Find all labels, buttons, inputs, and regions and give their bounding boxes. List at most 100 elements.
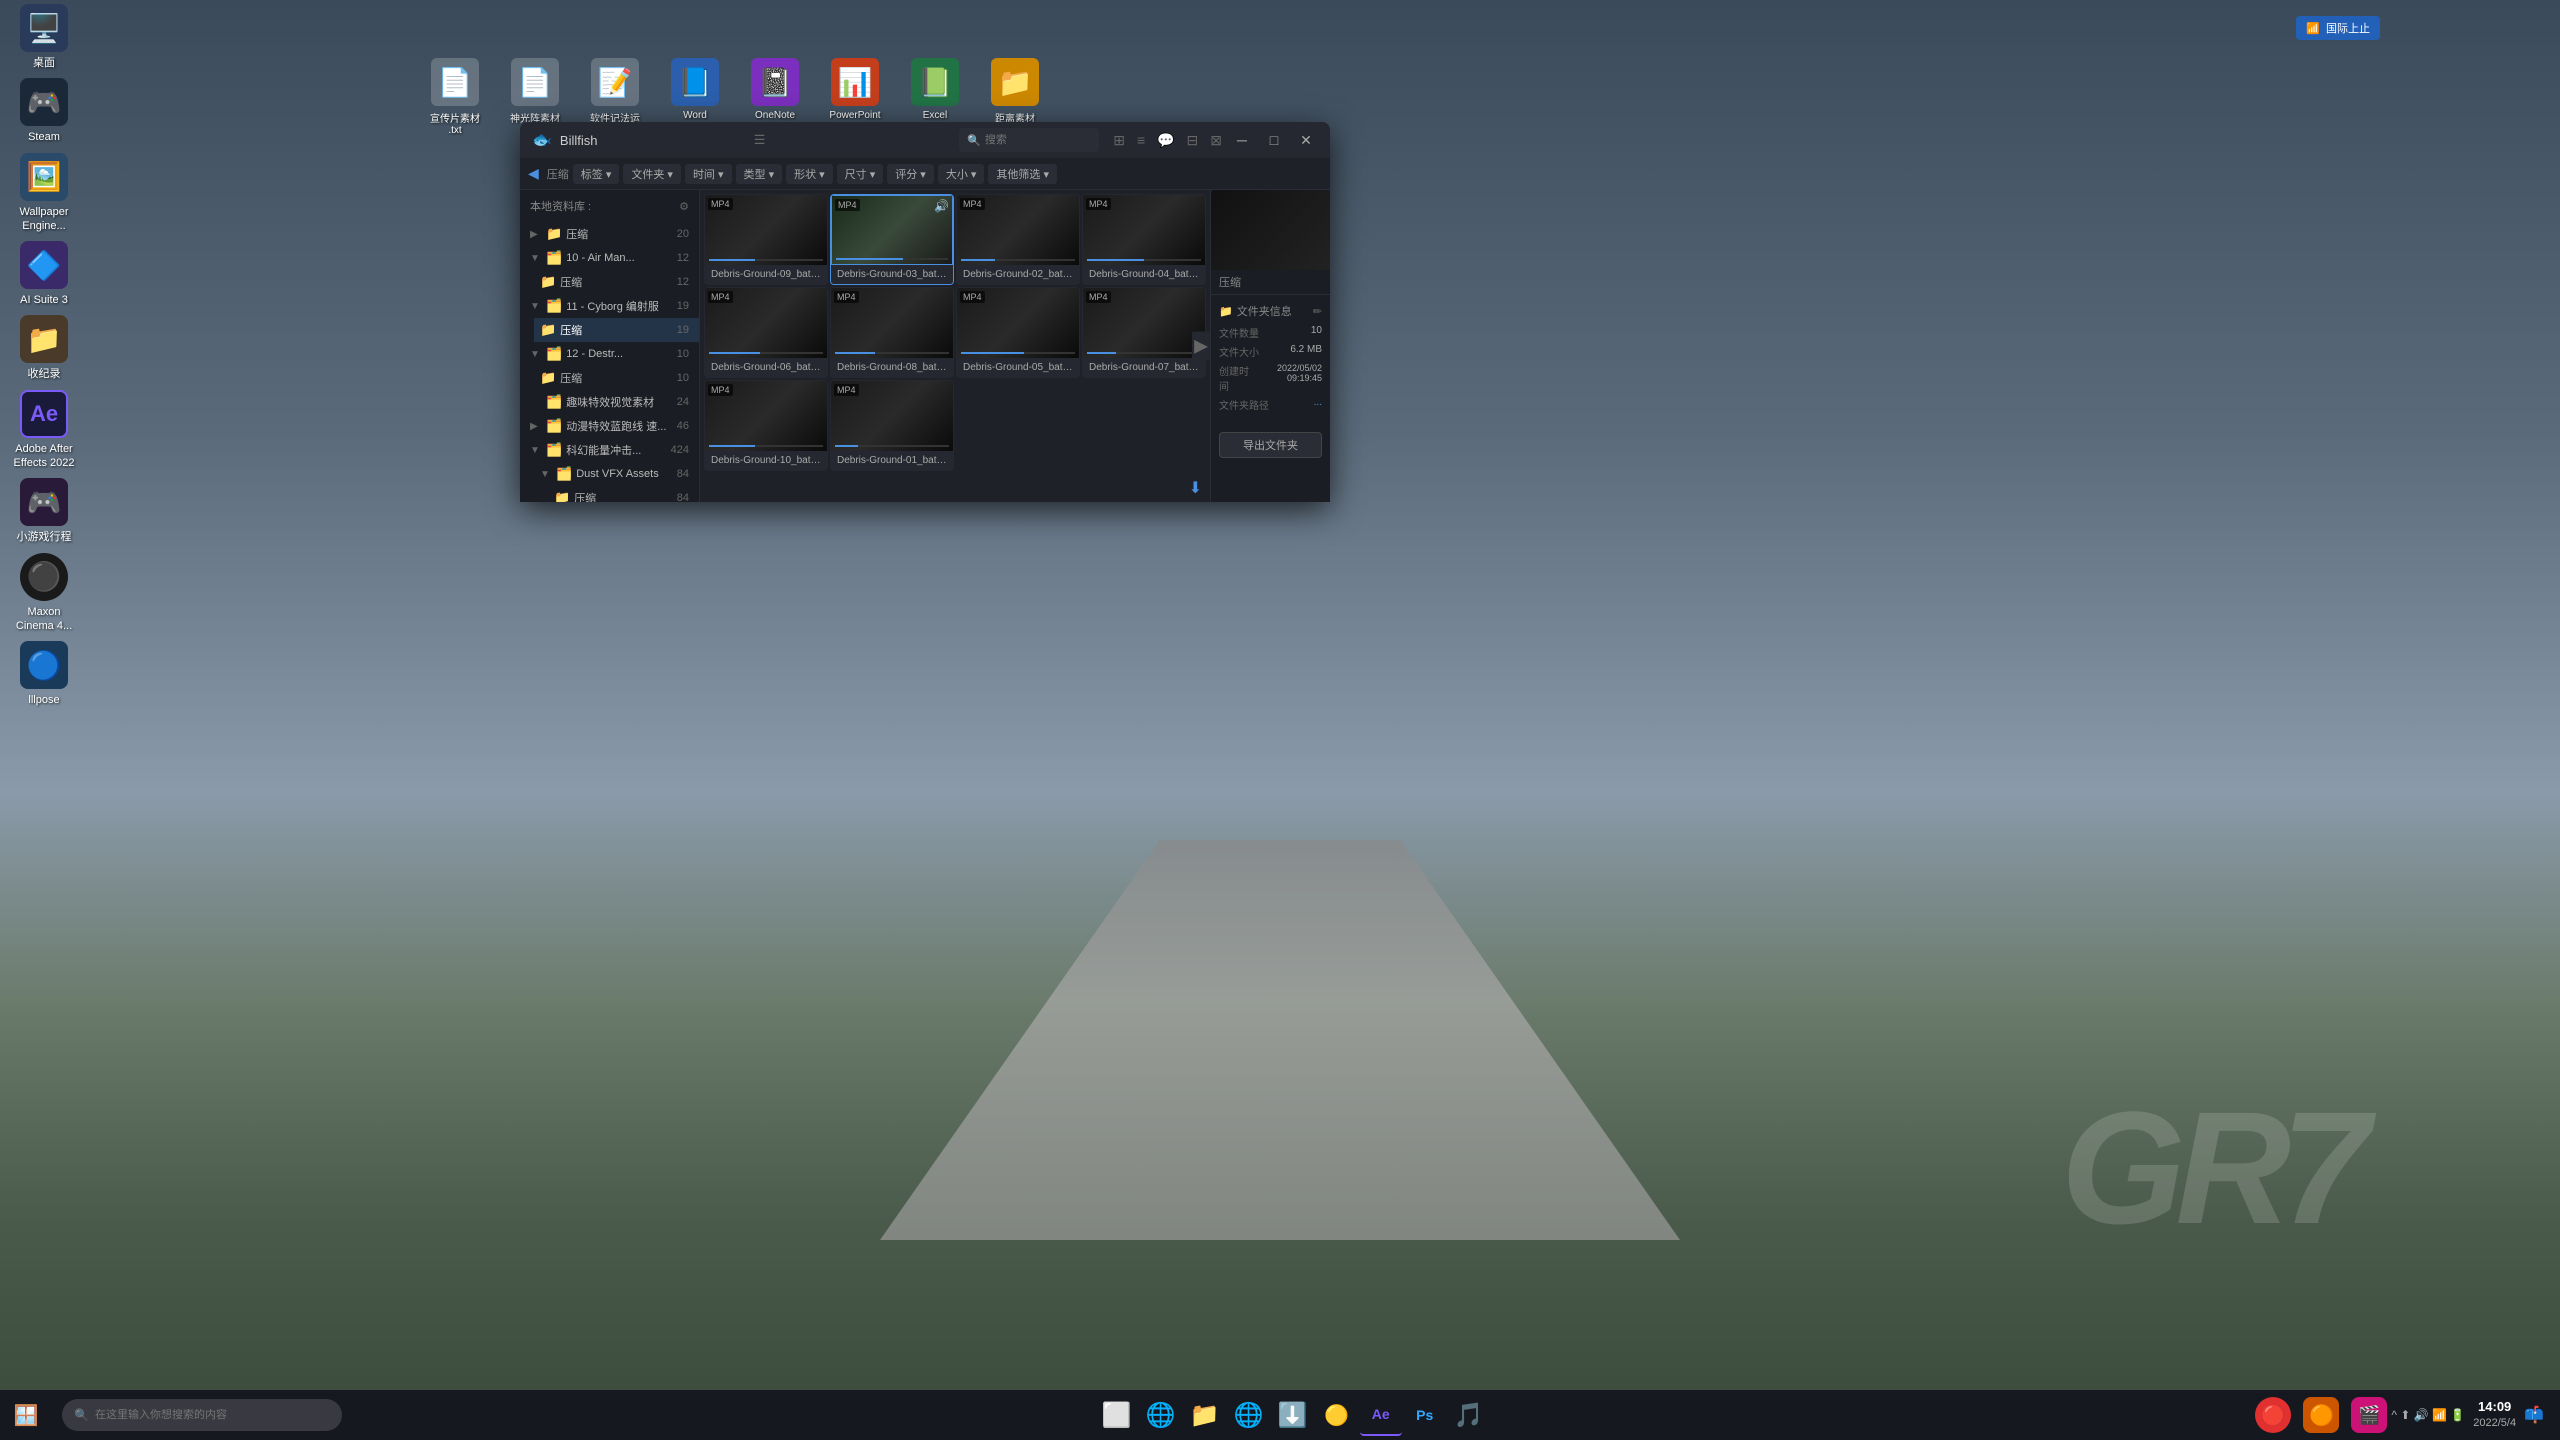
sidebar-item-cyborg[interactable]: ▼ 🗂️ 11 - Cyborg 编射服 19 (520, 294, 699, 318)
export-button[interactable]: 导出文件夹 (1219, 432, 1322, 458)
file-path-key: 文件夹路径 (1219, 397, 1269, 412)
dock-app-red[interactable]: 🔴 (2255, 1397, 2291, 1433)
scroll-right-btn[interactable]: ▶ (1192, 332, 1210, 361)
list-icon[interactable]: ≡ (1137, 132, 1145, 148)
media-item-m6[interactable]: MP4 Debris-Ground-08_batch (830, 287, 954, 378)
folder-icon-compress-destr: 📁 (540, 370, 556, 386)
desktop-icon-aisuite[interactable]: 🔷 AI Suite 3 (4, 237, 84, 311)
dock-app-orange[interactable]: 🟠 (2303, 1397, 2339, 1433)
folder-icon-cyborg: 🗂️ (546, 298, 562, 314)
sidebar-item-count-dustvfx: 84 (677, 468, 689, 480)
filter-shape[interactable]: 形状 ▾ (786, 164, 833, 184)
taskbar-app-explorer[interactable]: 📁 (1184, 1394, 1226, 1436)
desktop-icon-ae[interactable]: Ae Adobe AfterEffects 2022 (4, 386, 84, 475)
media-thumb-m5: MP4 (705, 288, 827, 358)
filter-tags[interactable]: 标签 ▾ (573, 164, 620, 184)
search-icon: 🔍 (967, 134, 981, 147)
sidebar-item-funvfx[interactable]: 🗂️ 趣味特效视觉素材 24 (520, 390, 699, 414)
filter-folder[interactable]: 文件夹 ▾ (623, 164, 681, 184)
taskbar-search-input[interactable] (95, 1409, 330, 1421)
search-input[interactable] (985, 134, 1091, 146)
desktop-icon-wallpaper[interactable]: 🖼️ WallpaperEngine... (4, 149, 84, 238)
window-controls: ─ □ ✕ (1230, 128, 1318, 152)
taskbar-app-ae[interactable]: Ae (1360, 1394, 1402, 1436)
back-icon[interactable]: ◀ (528, 165, 539, 182)
taskbar-app-taskview[interactable]: ⬜ (1096, 1394, 1138, 1436)
desktop-icon-wegame[interactable]: 🎮 小游戏行程 (4, 474, 84, 548)
filter-size[interactable]: 尺寸 ▾ (837, 164, 884, 184)
sidebar-item-dustvfx[interactable]: ▼ 🗂️ Dust VFX Assets 84 (534, 462, 699, 486)
desktop-icon-steam[interactable]: 🎮 Steam (4, 74, 84, 148)
taskbar-app-ps[interactable]: Ps (1404, 1394, 1446, 1436)
sidebar-item-compress-destr[interactable]: 📁 压缩 10 (534, 366, 699, 390)
tray-icons: ^ ⬆ 🔊 📶 🔋 (2391, 1408, 2465, 1422)
media-item-m8[interactable]: MP4 Debris-Ground-07_batch (1082, 287, 1206, 378)
media-item-m9[interactable]: MP4 Debris-Ground-10_batch (704, 380, 828, 471)
filter-rating[interactable]: 评分 ▾ (887, 164, 934, 184)
media-item-m4[interactable]: MP4 Debris-Ground-04_batch (1082, 194, 1206, 285)
window-body: 本地资料库 : ⚙ ▶ 📁 压缩 20 ▼ 🗂️ 10 - Air Man...… (520, 190, 1330, 502)
sidebar-item-compress-airman[interactable]: 📁 压缩 12 (534, 270, 699, 294)
desktop-icon-records[interactable]: 📁 收纪录 (4, 311, 84, 385)
grid-icon[interactable]: ⊞ (1113, 132, 1125, 149)
hamburger-icon[interactable]: ☰ (754, 132, 766, 148)
maximize-button[interactable]: □ (1262, 128, 1286, 152)
taskbar-search[interactable]: 🔍 (62, 1399, 342, 1431)
taskbar-app-edge2[interactable]: 🌐 (1228, 1394, 1270, 1436)
sidebar-settings-icon[interactable]: ⚙ (679, 200, 689, 213)
expand-icon-cyborg: ▼ (530, 301, 542, 312)
window-titlebar: 🐟 Billfish ☰ 🔍 ⊞ ≡ 💬 ⊟ ⊠ ─ □ ✕ (520, 122, 1330, 158)
tray-notification[interactable]: 📫 (2524, 1405, 2544, 1425)
sidebar-item-compress-dust[interactable]: 📁 压缩 84 (548, 486, 699, 502)
start-button[interactable]: 🪟 (8, 1397, 44, 1433)
sidebar: 本地资料库 : ⚙ ▶ 📁 压缩 20 ▼ 🗂️ 10 - Air Man...… (520, 190, 700, 502)
media-item-m7[interactable]: MP4 Debris-Ground-05_batch (956, 287, 1080, 378)
sidebar-item-label-compress-destr: 压缩 (560, 370, 673, 386)
media-item-m3[interactable]: MP4 Debris-Ground-02_batch (956, 194, 1080, 285)
dock-app-pink[interactable]: 🎬 (2351, 1397, 2387, 1433)
filter-type[interactable]: 类型 ▾ (736, 164, 783, 184)
sidebar-item-compress-cyborg[interactable]: 📁 压缩 19 (534, 318, 699, 342)
expand-icon[interactable]: ⊠ (1210, 132, 1222, 149)
taskbar-app-downloads[interactable]: ⬇️ (1272, 1394, 1314, 1436)
window-search[interactable]: 🔍 (959, 128, 1099, 152)
filter-time[interactable]: 时间 ▾ (685, 164, 732, 184)
folder-icon-scifi: 🗂️ (546, 442, 562, 458)
media-thumb-m1: MP4 (705, 195, 827, 265)
sidebar-item-compress0[interactable]: ▶ 📁 压缩 20 (520, 222, 699, 246)
close-button[interactable]: ✕ (1294, 128, 1318, 152)
media-item-m1[interactable]: MP4 Debris-Ground-09_batch (704, 194, 828, 285)
content-area: MP4 Debris-Ground-09_batch MP4 🔊 Debris-… (700, 190, 1210, 502)
cols-icon[interactable]: ⊟ (1187, 132, 1199, 149)
media-badge-m4: MP4 (1086, 198, 1111, 210)
top-app-word-doc[interactable]: 📄 宣传片素材.txt (420, 58, 490, 140)
wegame-icon-label: 小游戏行程 (17, 530, 72, 544)
filter-bar: ◀ 压缩 标签 ▾ 文件夹 ▾ 时间 ▾ 类型 ▾ 形状 ▾ 尺寸 ▾ 评分 ▾… (520, 158, 1330, 190)
desktop-icon-desktop[interactable]: 🖥️ 桌面 (4, 0, 84, 74)
sidebar-item-destr[interactable]: ▼ 🗂️ 12 - Destr... 10 (520, 342, 699, 366)
desktop-watermark: GR7 (2061, 1076, 2360, 1260)
sidebar-item-scifi[interactable]: ▼ 🗂️ 科幻能量冲击... 424 (520, 438, 699, 462)
minimize-button[interactable]: ─ (1230, 128, 1254, 152)
taskbar-app-media[interactable]: 🎵 (1448, 1394, 1490, 1436)
filter-other[interactable]: 其他筛选 ▾ (988, 164, 1057, 184)
sidebar-item-animevfx[interactable]: ▶ 🗂️ 动漫特效蓝跑线 速... 46 (520, 414, 699, 438)
desktop-icon-maxon[interactable]: ⚫ MaxonCinema 4... (4, 549, 84, 638)
sidebar-header-text: 本地资料库 : (530, 198, 591, 214)
sidebar-sub-destr: 📁 压缩 10 (520, 366, 699, 390)
download-icon[interactable]: ⬇ (1189, 478, 1202, 498)
taskbar-app-chrome[interactable]: 🟡 (1316, 1394, 1358, 1436)
taskbar-app-edge[interactable]: 🌐 (1140, 1394, 1182, 1436)
edit-icon[interactable]: ✏ (1313, 305, 1322, 318)
media-item-m10[interactable]: MP4 Debris-Ground-01_batch (830, 380, 954, 471)
media-grid: MP4 Debris-Ground-09_batch MP4 🔊 Debris-… (700, 190, 1210, 475)
taskbar-search-icon: 🔍 (74, 1408, 89, 1422)
desktop-icon-illpose[interactable]: 🔵 lllpose (4, 637, 84, 711)
filter-filesize[interactable]: 大小 ▾ (938, 164, 985, 184)
sidebar-item-airman[interactable]: ▼ 🗂️ 10 - Air Man... 12 (520, 246, 699, 270)
top-app-img: 📄 (431, 58, 479, 106)
media-item-m5[interactable]: MP4 Debris-Ground-06_batch (704, 287, 828, 378)
media-item-m2[interactable]: MP4 🔊 Debris-Ground-03_batch (830, 194, 954, 285)
top-app-label5: OneNote (755, 110, 795, 121)
chat-icon[interactable]: 💬 (1157, 132, 1174, 149)
